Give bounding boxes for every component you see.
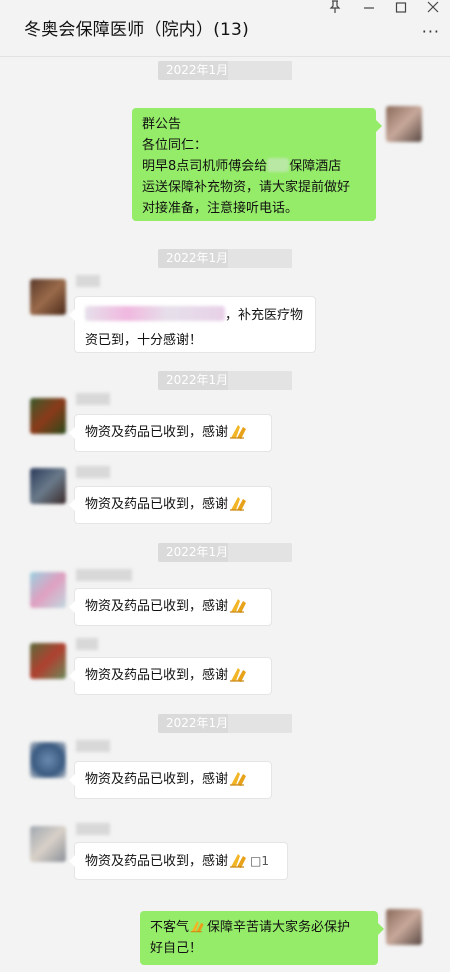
- announcement-line: 各位同仁：: [142, 138, 208, 153]
- sender-name: [76, 740, 110, 752]
- announcement-line: 运送保障补充物资，请大家提前做好: [142, 180, 351, 195]
- redacted-time: [228, 543, 292, 562]
- title-bar: 冬奥会保障医师（院内）(13) ···: [0, 0, 450, 56]
- sender-name: [76, 569, 132, 581]
- message-line: ，补充医疗物: [85, 303, 305, 328]
- message-line: 不客气 保障辛苦请大家务必保护: [150, 917, 368, 938]
- pray-emoji: [230, 425, 247, 439]
- sender-name: [76, 275, 100, 287]
- more-icon[interactable]: ···: [422, 22, 440, 41]
- pray-emoji: [230, 668, 247, 682]
- redacted-text: [267, 158, 290, 172]
- message-bubble[interactable]: 物资及药品已收到，感谢 □1: [69, 842, 288, 880]
- timestamp-text: 2022年1月: [166, 373, 229, 387]
- message-text: 物资及药品已收到，感谢: [85, 599, 229, 614]
- redacted-time: [228, 371, 292, 390]
- reply-bubble[interactable]: 不客气 保障辛苦请大家务必保护 好自己！: [140, 911, 384, 965]
- pray-emoji: [230, 854, 247, 868]
- redacted-text: [85, 306, 225, 321]
- sender-name: [76, 823, 110, 835]
- timestamp: 2022年1月: [158, 371, 292, 390]
- chat-title: 冬奥会保障医师（院内）(13): [24, 20, 249, 40]
- pray-emoji: [230, 772, 247, 786]
- avatar[interactable]: [386, 106, 422, 142]
- timestamp: 2022年1月: [158, 714, 292, 733]
- timestamp: 2022年1月: [158, 61, 292, 80]
- pray-emoji: [230, 599, 247, 613]
- message-bubble[interactable]: 物资及药品已收到，感谢: [69, 486, 272, 524]
- announcement-line: 群公告: [142, 117, 182, 132]
- message-text: 物资及药品已收到，感谢: [85, 854, 229, 869]
- redacted-time: [228, 249, 292, 268]
- avatar[interactable]: [30, 643, 66, 679]
- message-text: 物资及药品已收到，感谢: [85, 425, 229, 440]
- redacted-time: [228, 714, 292, 733]
- message-text: 物资及药品已收到，感谢: [85, 497, 229, 512]
- message-bubble[interactable]: ，补充医疗物 资已到，十分感谢！: [69, 296, 316, 353]
- announcement-line: 明早8点司机师傅会给 保障酒店: [142, 158, 342, 174]
- minimize-icon[interactable]: [356, 0, 382, 18]
- timestamp-text: 2022年1月: [166, 716, 229, 730]
- message-text: 物资及药品已收到，感谢: [85, 772, 229, 787]
- timestamp: 2022年1月: [158, 249, 292, 268]
- avatar[interactable]: [386, 909, 422, 945]
- close-icon[interactable]: [420, 0, 446, 18]
- timestamp-text: 2022年1月: [166, 63, 229, 77]
- message-text: 物资及药品已收到，感谢: [85, 668, 229, 683]
- message-bubble[interactable]: 物资及药品已收到，感谢: [69, 588, 272, 626]
- pray-emoji: [190, 921, 204, 933]
- message-bubble[interactable]: 物资及药品已收到，感谢: [69, 761, 272, 799]
- timestamp: 2022年1月: [158, 543, 292, 562]
- avatar[interactable]: [30, 742, 66, 778]
- message-line: 资已到，十分感谢！: [85, 333, 203, 348]
- message-line: 好自己！: [150, 941, 203, 956]
- message-bubble[interactable]: 物资及药品已收到，感谢: [69, 414, 272, 452]
- sender-name: [76, 466, 110, 478]
- pin-icon[interactable]: [322, 0, 348, 18]
- sender-name: [76, 393, 110, 405]
- avatar[interactable]: [30, 398, 66, 434]
- avatar[interactable]: [30, 826, 66, 862]
- pray-emoji: [230, 497, 247, 511]
- title-divider: [0, 56, 450, 57]
- redacted-time: [228, 61, 292, 80]
- timestamp-text: 2022年1月: [166, 251, 229, 265]
- sender-name: [76, 638, 98, 650]
- message-bubble[interactable]: 物资及药品已收到，感谢: [69, 657, 272, 695]
- announcement-bubble[interactable]: 群公告 各位同仁： 明早8点司机师傅会给 保障酒店 运送保障补充物资，请大家提前做…: [132, 108, 382, 221]
- avatar[interactable]: [30, 279, 66, 315]
- timestamp-text: 2022年1月: [166, 545, 229, 559]
- avatar[interactable]: [30, 468, 66, 504]
- announcement-line: 对接准备，注意接听电话。: [142, 201, 299, 216]
- avatar[interactable]: [30, 572, 66, 608]
- unsupported-emoji-glyph: □1: [250, 854, 269, 868]
- maximize-icon[interactable]: [388, 0, 414, 18]
